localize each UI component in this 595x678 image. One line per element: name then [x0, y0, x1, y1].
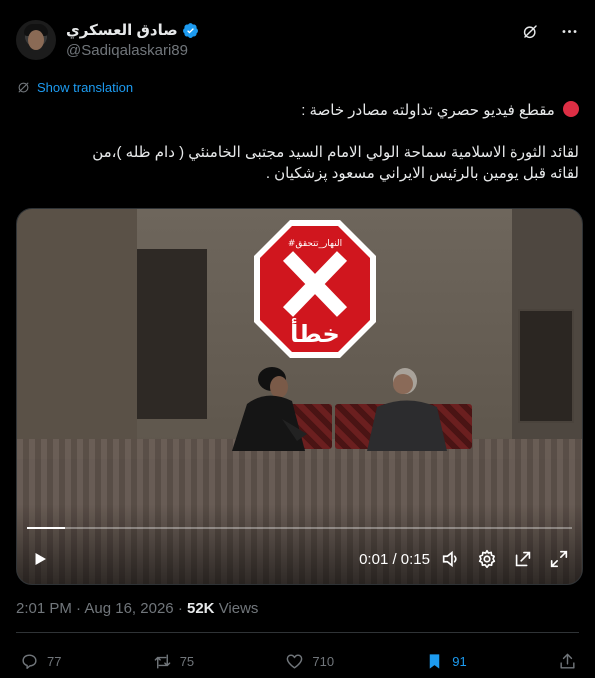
reply-count: 77 [47, 653, 62, 669]
avatar-face [28, 30, 44, 50]
action-bar: 77 75 710 91 [20, 650, 577, 672]
stamp-tag: #النهار_تتحقق [288, 239, 342, 249]
share-button[interactable] [558, 652, 577, 671]
fullscreen-icon[interactable] [548, 548, 570, 570]
author-name-row[interactable]: صادق العسكري [66, 20, 199, 40]
tweet-line-3: لقائه قبل يومين بالرئيس الايراني مسعود پ… [265, 165, 579, 182]
grok-icon[interactable] [521, 22, 540, 41]
post-date[interactable]: Aug 16, 2026 [84, 600, 173, 617]
shelf [518, 309, 574, 423]
tweet-text: مقطع فيديو حصري تداولته مصادر خاصة : لقا… [16, 100, 579, 184]
repost-button[interactable]: 75 [153, 652, 194, 671]
bookmark-icon [430, 653, 440, 669]
avatar[interactable] [16, 20, 56, 60]
more-options-icon[interactable] [560, 22, 579, 41]
views-label: Views [218, 600, 259, 617]
popout-icon[interactable] [512, 548, 534, 570]
post-time[interactable]: 2:01 PM [16, 600, 72, 617]
tweet-meta: 2:01 PM · Aug 16, 2026 · 52K Views [16, 600, 259, 617]
video-control-icons [440, 548, 570, 570]
play-icon[interactable] [31, 550, 49, 568]
show-translation-link[interactable]: Show translation [16, 80, 133, 95]
views-count: 52K [186, 600, 215, 617]
video-controls [17, 504, 582, 584]
volume-icon[interactable] [440, 548, 462, 570]
author-handle[interactable]: @Sadiqalaskari89 [66, 42, 188, 59]
seated-person-left [232, 367, 307, 451]
video-progress-bar[interactable] [27, 527, 572, 529]
settings-gear-icon[interactable] [476, 548, 498, 570]
video-time: 0:01 / 0:15 [359, 551, 430, 568]
repost-icon [154, 653, 171, 669]
bookmark-count: 91 [452, 653, 467, 669]
stamp-verdict: خطأ [290, 318, 340, 348]
video-progress-fill [27, 527, 66, 529]
divider [16, 632, 579, 633]
reply-icon [22, 653, 37, 669]
verified-badge-icon [182, 22, 198, 38]
doorway [137, 249, 207, 419]
bookmark-button[interactable]: 91 [425, 652, 467, 671]
show-translation-label: Show translation [37, 80, 134, 95]
heart-icon [287, 653, 303, 669]
tweet-line-1: مقطع فيديو حصري تداولته مصادر خاصة : [16, 100, 579, 121]
tweet-line-2: لقائد الثورة الاسلامية سماحة الولي الاما… [92, 144, 579, 161]
tweet-line-1-text: مقطع فيديو حصري تداولته مصادر خاصة : [301, 102, 555, 119]
like-button[interactable]: 710 [285, 652, 334, 671]
repost-count: 75 [179, 653, 195, 669]
author-name[interactable]: صادق العسكري [66, 21, 178, 39]
video-player[interactable]: #النهار_تتحقق خطأ 0:01 / 0:15 [16, 208, 583, 585]
translate-icon [18, 82, 29, 93]
red-circle-emoji-icon [563, 101, 579, 117]
top-actions [521, 22, 579, 41]
share-icon [560, 653, 575, 669]
fact-check-false-stamp: #النهار_تتحقق خطأ [254, 220, 376, 358]
seated-person-right [367, 368, 447, 451]
reply-button[interactable]: 77 [20, 652, 61, 671]
like-count: 710 [312, 653, 335, 669]
